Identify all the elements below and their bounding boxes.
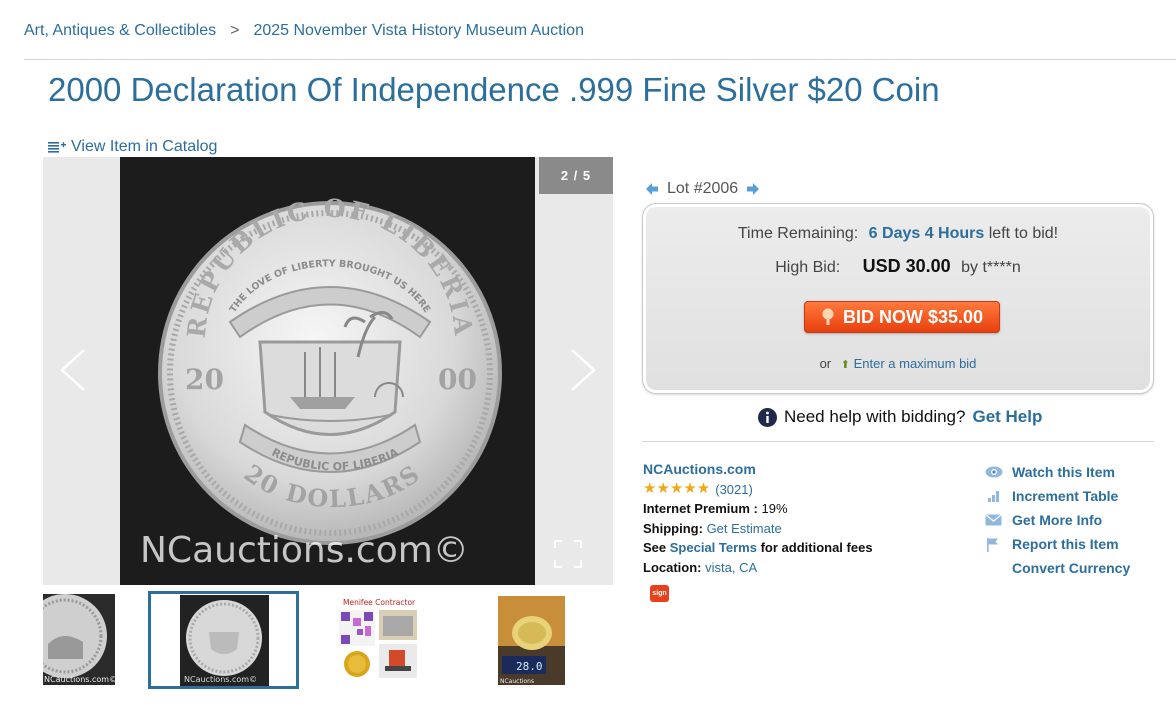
bid-panel: Time Remaining: 6 Days 4 Hours left to b… xyxy=(642,203,1154,394)
high-bidder: by t****n xyxy=(961,259,1021,276)
bid-now-label: BID NOW $35.00 xyxy=(842,306,984,327)
prev-image-arrow-icon[interactable] xyxy=(58,347,88,393)
thumbnail-1-caption: NCauctions.com© xyxy=(44,675,115,684)
increment-table-label: Increment Table xyxy=(1012,488,1119,504)
view-catalog-link[interactable]: View Item in Catalog xyxy=(48,138,217,156)
thumbnail-4[interactable]: 28.0 NCauctions xyxy=(498,596,565,685)
thumbnail-2-caption: NCauctions.com© xyxy=(184,675,257,684)
seller-info: NCAuctions.com ★★★★★ (3021) Internet Pre… xyxy=(643,460,873,577)
bid-now-button[interactable]: BID NOW $35.00 xyxy=(804,301,1000,333)
flag-icon xyxy=(987,537,998,552)
breadcrumb-auction[interactable]: 2025 November Vista History Museum Aucti… xyxy=(253,22,584,40)
scale-reading: 28.0 xyxy=(516,660,543,673)
time-remaining-suffix: left to bid! xyxy=(988,225,1059,242)
divider xyxy=(24,59,1176,60)
bidding-help: Need help with bidding? Get Help xyxy=(758,407,1042,427)
info-icon xyxy=(758,407,777,427)
coin-year-right: 00 xyxy=(438,363,477,396)
lot-navigation: Lot #2006 xyxy=(645,180,760,198)
report-item-link[interactable]: Report this Item xyxy=(985,532,1130,556)
high-bid-label: High Bid: xyxy=(775,259,841,276)
prev-lot-arrow-icon[interactable] xyxy=(645,182,659,196)
seller-rating[interactable]: ★★★★★ (3021) xyxy=(643,480,873,500)
watch-item-label: Watch this Item xyxy=(1012,464,1115,480)
catalog-list-icon xyxy=(48,142,66,153)
thumbnail-2-selected[interactable]: NCauctions.com© xyxy=(148,591,299,689)
time-remaining-label: Time Remaining: xyxy=(737,225,859,242)
help-text: Need help with bidding? xyxy=(784,407,966,426)
bar-chart-icon xyxy=(988,491,999,502)
thumbnail-4-caption: NCauctions xyxy=(500,678,534,685)
watch-item-link[interactable]: Watch this Item xyxy=(985,460,1130,484)
location-value[interactable]: vista, CA xyxy=(705,560,757,575)
eye-icon xyxy=(985,466,1003,478)
envelope-icon xyxy=(985,514,1002,526)
location-label: Location: xyxy=(643,559,702,575)
next-image-arrow-icon[interactable] xyxy=(568,347,598,393)
image-gallery: REPUBLIC OF LIBERIA THE LOVE OF LIBERTY … xyxy=(43,157,613,585)
max-bid-label: Enter a maximum bid xyxy=(853,356,977,371)
fees-text: for additional fees xyxy=(760,540,873,555)
thumbnail-1[interactable]: NCauctions.com© xyxy=(43,594,115,685)
convert-currency-label: Convert Currency xyxy=(1012,560,1131,576)
get-more-info-label: Get More Info xyxy=(1012,512,1103,528)
thumbnail-3-caption: Menifee Contractor xyxy=(343,598,416,607)
get-more-info-link[interactable]: Get More Info xyxy=(985,508,1130,532)
premium-label: Internet Premium : xyxy=(643,501,758,516)
seller-name[interactable]: NCAuctions.com xyxy=(643,460,873,480)
image-counter: 2 / 5 xyxy=(539,157,613,194)
lot-number: Lot #2006 xyxy=(667,180,739,197)
up-arrow-icon: ⬆ xyxy=(840,359,850,371)
rating-count: (3021) xyxy=(715,481,753,497)
get-help-link[interactable]: Get Help xyxy=(972,407,1042,427)
view-catalog-label: View Item in Catalog xyxy=(71,138,218,155)
shipping-label: Shipping: xyxy=(643,520,703,536)
time-remaining-value: 6 Days 4 Hours xyxy=(868,225,985,242)
high-bid-row: High Bid: USD 30.00 by t****n xyxy=(643,256,1153,277)
breadcrumb: Art, Antiques & Collectibles > 2025 Nove… xyxy=(24,22,584,40)
high-bid-amount: USD 30.00 xyxy=(862,256,951,276)
next-lot-arrow-icon[interactable] xyxy=(746,182,760,196)
page-title: 2000 Declaration Of Independence .999 Fi… xyxy=(48,71,940,108)
breadcrumb-category[interactable]: Art, Antiques & Collectibles xyxy=(24,22,216,40)
coin-photo: REPUBLIC OF LIBERIA THE LOVE OF LIBERTY … xyxy=(120,157,535,585)
special-terms-link[interactable]: Special Terms xyxy=(670,540,757,555)
seller-badge[interactable]: sign xyxy=(650,585,669,602)
divider xyxy=(642,441,1154,442)
pin-icon xyxy=(822,308,834,325)
see-text: See xyxy=(643,540,667,555)
fullscreen-icon[interactable] xyxy=(554,540,582,568)
max-bid-row: or ⬆ Enter a maximum bid xyxy=(643,356,1153,371)
max-bid-link[interactable]: ⬆ Enter a maximum bid xyxy=(841,356,977,371)
thumbnail-3[interactable]: Menifee Contractor xyxy=(337,596,419,681)
thumbnail-strip: NCauctions.com© NCauctions.com© Menifee … xyxy=(0,591,620,691)
item-actions: Watch this Item Increment Table Get More… xyxy=(985,460,1130,580)
report-item-label: Report this Item xyxy=(1012,536,1119,552)
breadcrumb-separator: > xyxy=(230,22,240,39)
watermark: NCauctions.com© xyxy=(140,530,469,571)
increment-table-link[interactable]: Increment Table xyxy=(985,484,1130,508)
shipping-estimate-link[interactable]: Get Estimate xyxy=(707,521,782,536)
convert-currency-link[interactable]: Convert Currency xyxy=(985,556,1130,580)
coin-year-left: 20 xyxy=(185,363,224,396)
main-image[interactable]: REPUBLIC OF LIBERIA THE LOVE OF LIBERTY … xyxy=(120,157,535,585)
or-text: or xyxy=(819,356,832,371)
star-icon: ★★★★★ xyxy=(643,480,711,498)
premium-value: 19% xyxy=(761,501,788,516)
time-remaining-row: Time Remaining: 6 Days 4 Hours left to b… xyxy=(643,225,1153,243)
